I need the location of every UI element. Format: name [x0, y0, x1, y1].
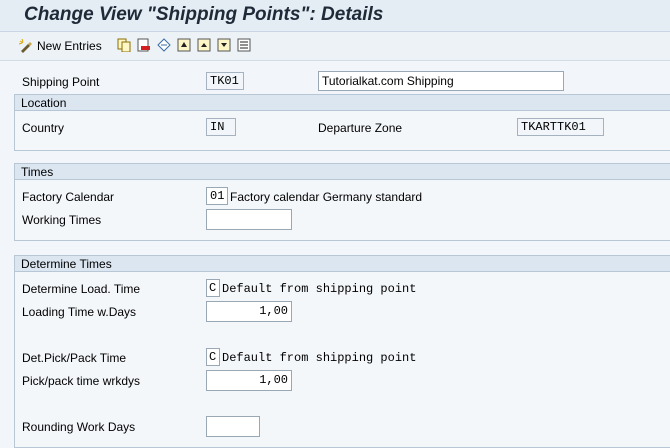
loading-time-days-label: Loading Time w.Days — [22, 305, 137, 319]
pick-pack-days-label: Pick/pack time wrkdys — [22, 374, 141, 388]
determine-load-time-description: Default from shipping point — [222, 282, 417, 296]
new-entries-label: New Entries — [37, 39, 102, 53]
new-entries-icon — [19, 39, 32, 53]
country-label: Country — [22, 121, 65, 135]
working-times-label: Working Times — [22, 213, 102, 227]
title-bar: Change View "Shipping Points": Details — [0, 0, 670, 32]
pick-pack-time-description: Default from shipping point — [222, 351, 417, 365]
determine-times-title: Determine Times — [21, 257, 112, 271]
pick-pack-days-field[interactable]: 1,00 — [206, 370, 292, 391]
first-entry-icon[interactable] — [177, 38, 191, 52]
factory-calendar-label: Factory Calendar — [22, 190, 115, 204]
departure-zone-field[interactable]: TKARTTK01 — [517, 118, 604, 136]
location-group-header: Location — [15, 95, 670, 111]
times-title: Times — [21, 165, 54, 179]
factory-calendar-field[interactable]: 01 — [206, 187, 228, 205]
delete-icon[interactable] — [137, 38, 151, 52]
factory-calendar-description: Factory calendar Germany standard — [230, 190, 423, 204]
working-times-field[interactable] — [206, 209, 292, 230]
undo-icon[interactable] — [157, 38, 171, 52]
country-field[interactable]: IN — [206, 118, 236, 136]
determine-load-time-field[interactable]: C — [206, 279, 220, 297]
new-entries-button[interactable]: New Entries — [19, 38, 102, 54]
next-entry-icon[interactable] — [217, 38, 231, 52]
determine-load-time-label: Determine Load. Time — [22, 282, 141, 296]
rounding-work-days-label: Rounding Work Days — [22, 420, 136, 434]
loading-time-days-field[interactable]: 1,00 — [206, 301, 292, 322]
detail-area: Shipping Point TK01 Tutorialkat.com Ship… — [0, 61, 670, 448]
pick-pack-time-field[interactable]: C — [206, 348, 220, 366]
shipping-point-description-field[interactable]: Tutorialkat.com Shipping — [318, 71, 564, 91]
page-title: Change View "Shipping Points": Details — [24, 4, 384, 25]
departure-zone-label: Departure Zone — [318, 121, 403, 135]
shipping-point-label: Shipping Point — [22, 75, 100, 89]
determine-times-group-header: Determine Times — [15, 256, 670, 272]
times-group-header: Times — [15, 164, 670, 180]
application-toolbar: New Entries — [0, 32, 670, 61]
shipping-point-field[interactable]: TK01 — [206, 72, 244, 90]
pick-pack-time-label: Det.Pick/Pack Time — [22, 351, 127, 365]
location-title: Location — [21, 96, 67, 110]
previous-entry-icon[interactable] — [197, 38, 211, 52]
copy-icon[interactable] — [117, 38, 131, 52]
last-entry-icon[interactable] — [237, 38, 251, 52]
rounding-work-days-field[interactable] — [206, 416, 260, 437]
